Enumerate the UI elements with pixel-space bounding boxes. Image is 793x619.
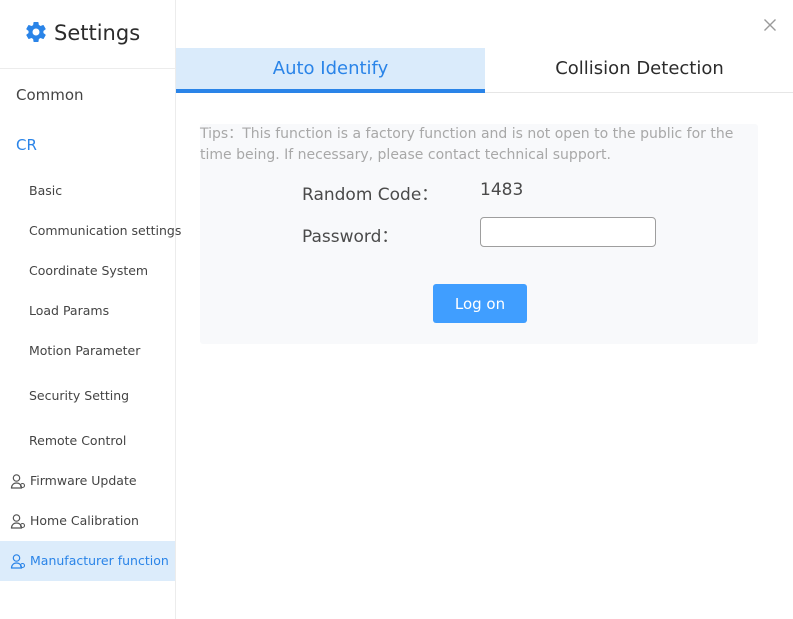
tips-text: Tips：This function is a factory function…: [200, 126, 734, 163]
log-on-button[interactable]: Log on: [433, 284, 527, 323]
sidebar-item-firmware-update[interactable]: Firmware Update: [0, 461, 175, 501]
random-code-label: Random Code：: [302, 185, 439, 205]
sidebar-title: Settings: [54, 21, 141, 45]
sidebar-item-basic[interactable]: Basic: [29, 182, 62, 200]
sidebar-item-security-setting[interactable]: Security Setting: [29, 387, 129, 405]
sidebar-item-communication-settings[interactable]: Communication settings: [29, 222, 181, 240]
sidebar-item-label: Home Calibration: [30, 513, 139, 528]
sidebar-header: Settings: [0, 0, 175, 69]
sidebar-item-cr[interactable]: CR: [16, 135, 37, 155]
random-code-value: 1483: [480, 180, 524, 200]
sidebar-item-manufacturer-function[interactable]: Manufacturer function: [0, 541, 175, 581]
sidebar-item-motion-parameter[interactable]: Motion Parameter: [29, 342, 140, 360]
user-icon: [10, 554, 26, 569]
sidebar-item-remote-control[interactable]: Remote Control: [29, 432, 126, 450]
sidebar-item-load-params[interactable]: Load Params: [29, 302, 109, 320]
user-icon: [10, 514, 26, 529]
gear-icon: [26, 22, 46, 43]
tab-bar: Auto Identify Collision Detection: [176, 48, 793, 93]
sidebar-item-coordinate-system[interactable]: Coordinate System: [29, 262, 148, 280]
user-icon: [10, 474, 26, 489]
login-panel: Tips：This function is a factory function…: [200, 124, 758, 344]
tab-collision-detection[interactable]: Collision Detection: [485, 48, 793, 92]
sidebar: Settings Common CR Basic Communication s…: [0, 0, 181, 619]
password-label: Password：: [302, 227, 399, 247]
sidebar-item-home-calibration[interactable]: Home Calibration: [0, 501, 175, 541]
sidebar-item-label: Manufacturer function: [30, 553, 169, 568]
tab-auto-identify[interactable]: Auto Identify: [176, 48, 485, 93]
close-icon[interactable]: [763, 18, 777, 32]
password-input[interactable]: [480, 217, 656, 247]
sidebar-item-common[interactable]: Common: [16, 85, 84, 105]
sidebar-item-label: Firmware Update: [30, 473, 137, 488]
